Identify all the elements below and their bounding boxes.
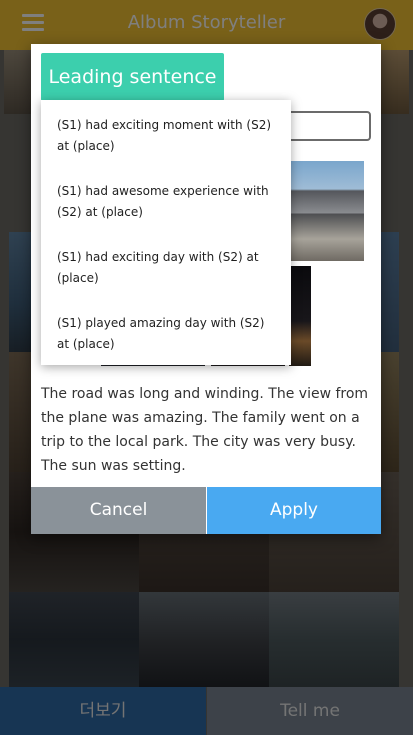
- sentence-option[interactable]: (S1) had exciting moment with (S2) at (p…: [57, 115, 277, 157]
- selected-photo: [289, 266, 311, 366]
- selected-photo: [287, 161, 364, 261]
- sentence-input[interactable]: [281, 111, 371, 141]
- sentence-option[interactable]: (S1) played amazing day with (S2) at (pl…: [57, 313, 277, 355]
- sentence-option[interactable]: (S1) had exciting day with (S2) at (plac…: [57, 247, 277, 289]
- story-text: The road was long and winding. The view …: [41, 386, 369, 474]
- story-modal: Leading sentence (S1) had exciting momen…: [31, 44, 381, 534]
- apply-button[interactable]: Apply: [207, 487, 381, 534]
- cancel-button[interactable]: Cancel: [31, 487, 206, 534]
- leading-sentence-button[interactable]: Leading sentence: [41, 53, 224, 101]
- sentence-dropdown: (S1) had exciting moment with (S2) at (p…: [41, 100, 291, 365]
- sentence-option[interactable]: (S1) had awesome experience with (S2) at…: [57, 181, 277, 223]
